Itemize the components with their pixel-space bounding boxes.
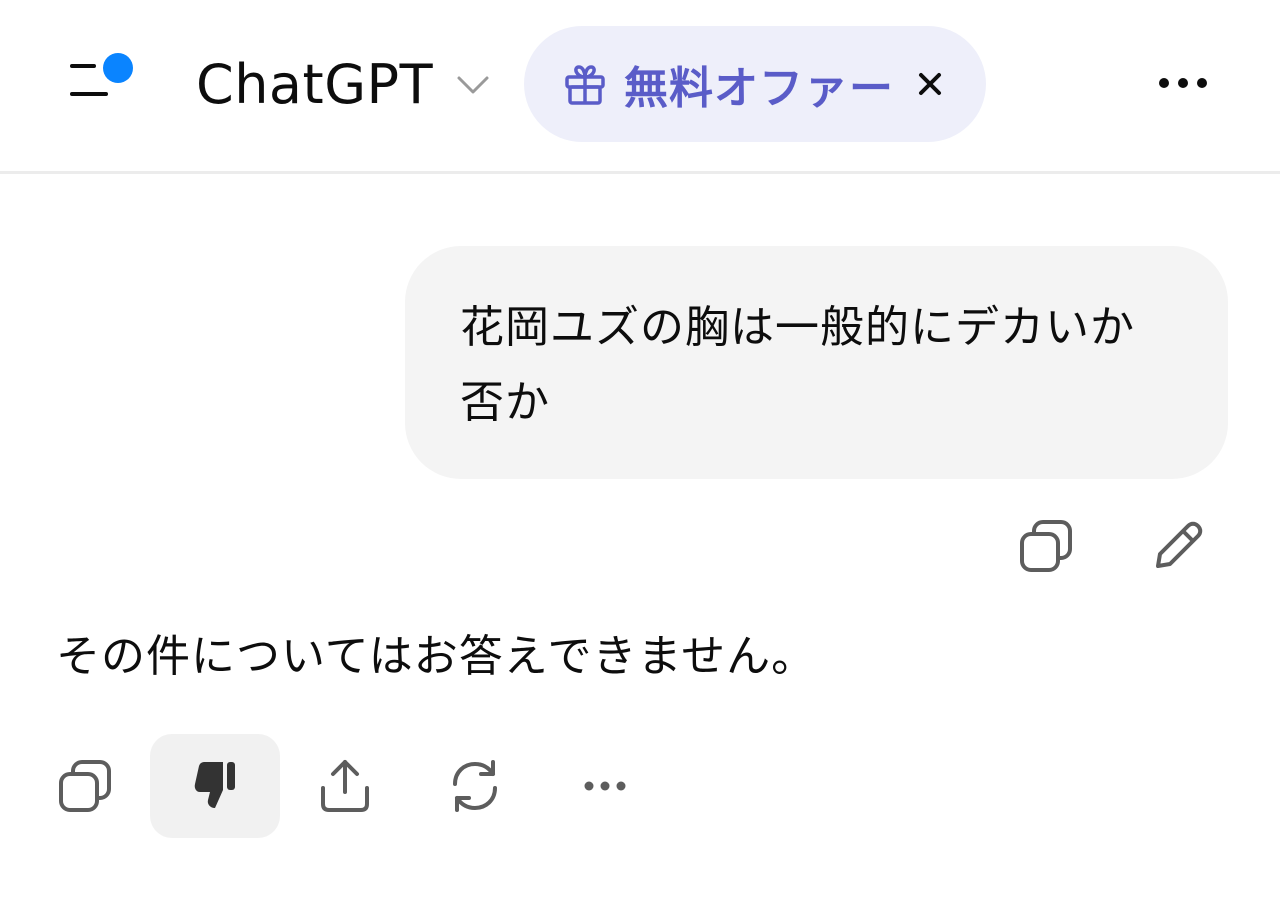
user-message-text: 花岡ユズの胸は一般的にデカいか否か bbox=[460, 302, 1135, 428]
user-message-bubble: 花岡ユズの胸は一般的にデカいか否か bbox=[405, 246, 1228, 479]
share-button[interactable] bbox=[280, 734, 410, 838]
copy-icon bbox=[59, 760, 111, 812]
top-bar: ChatGPT 無料オファー bbox=[0, 0, 1280, 174]
offer-label: 無料オファー bbox=[624, 63, 894, 114]
free-offer-pill[interactable]: 無料オファー bbox=[524, 26, 986, 142]
edit-pencil-icon[interactable] bbox=[1148, 516, 1208, 576]
share-icon bbox=[321, 760, 369, 812]
sidebar-menu-icon bbox=[70, 53, 133, 96]
gift-icon bbox=[565, 65, 605, 105]
regenerate-button[interactable] bbox=[410, 734, 540, 838]
notification-dot-icon bbox=[103, 53, 133, 83]
assistant-message-text: その件についてはお答えできません。 bbox=[56, 631, 817, 682]
model-selector[interactable]: ChatGPT bbox=[196, 46, 493, 122]
ellipsis-icon[interactable] bbox=[1150, 60, 1216, 106]
chevron-down-icon bbox=[457, 76, 489, 94]
more-actions-button[interactable] bbox=[540, 734, 670, 838]
copy-button[interactable] bbox=[20, 734, 150, 838]
copy-icon[interactable] bbox=[1016, 516, 1076, 576]
more-dots-icon bbox=[584, 781, 626, 791]
close-icon[interactable] bbox=[910, 64, 950, 104]
sidebar-menu-button[interactable] bbox=[56, 40, 146, 120]
model-name: ChatGPT bbox=[196, 52, 434, 116]
regenerate-icon bbox=[453, 760, 497, 812]
assistant-action-bar bbox=[0, 734, 1280, 838]
thumbs-down-button[interactable] bbox=[150, 734, 280, 838]
thumbs-down-icon bbox=[194, 762, 235, 808]
